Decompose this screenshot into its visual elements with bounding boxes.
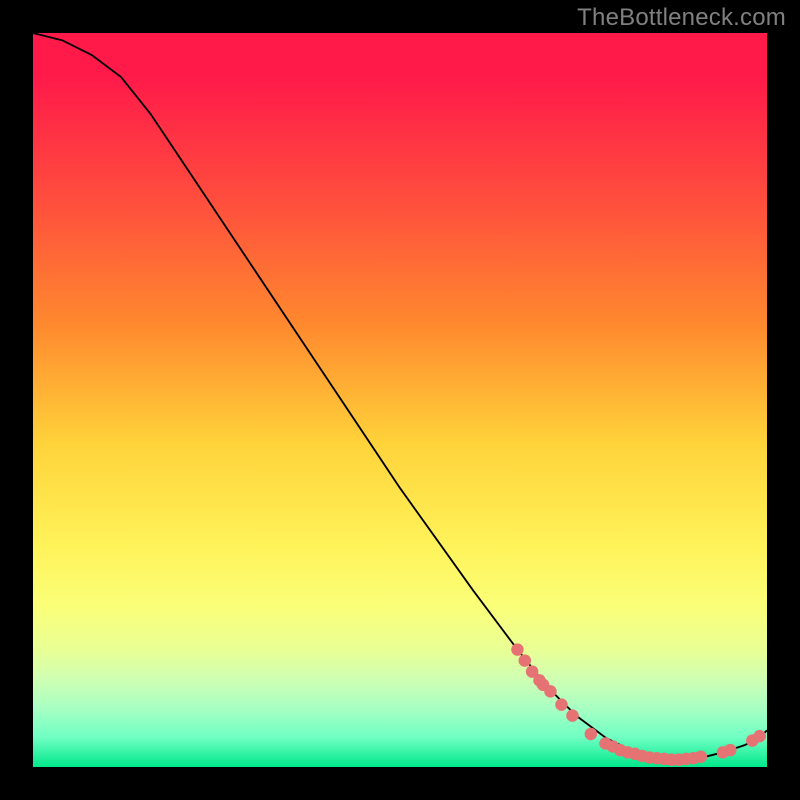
bottleneck-curve — [33, 33, 767, 767]
curve-point — [566, 709, 578, 721]
curve-points-group — [511, 643, 766, 766]
curve-point — [724, 744, 736, 756]
watermark-text: TheBottleneck.com — [577, 4, 786, 32]
curve-point — [555, 698, 567, 710]
curve-point — [753, 730, 765, 742]
curve-point — [511, 643, 523, 655]
curve-line — [33, 33, 767, 760]
curve-point — [695, 750, 707, 762]
curve-point — [585, 728, 597, 740]
chart-frame: TheBottleneck.com — [0, 0, 800, 800]
curve-point — [544, 685, 556, 697]
curve-point — [519, 654, 531, 666]
